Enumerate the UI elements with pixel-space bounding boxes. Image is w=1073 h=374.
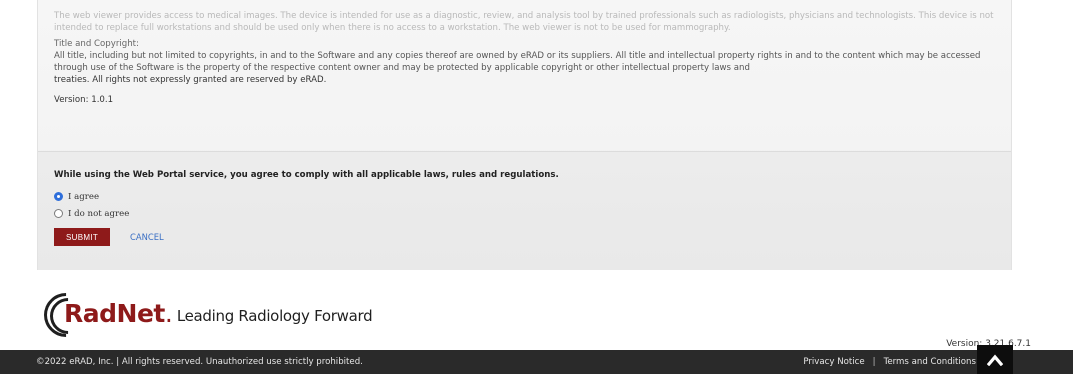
footer-separator: | — [872, 357, 876, 367]
agreement-form: While using the Web Portal service, you … — [54, 170, 994, 246]
footer: ©2022 eRAD, Inc. | All rights reserved. … — [0, 350, 1073, 374]
radio-disagree-label[interactable]: I do not agree — [68, 209, 129, 219]
logo-dot: . — [164, 298, 173, 328]
terms-copyright-heading: Title and Copyright: — [54, 39, 139, 49]
footer-links: Privacy Notice | Terms and Conditions — [803, 357, 976, 367]
agreement-title: While using the Web Portal service, you … — [54, 170, 559, 180]
terms-version: Version: 1.0.1 — [54, 95, 114, 105]
radio-disagree[interactable] — [54, 209, 63, 218]
radio-option-disagree[interactable]: I do not agree — [54, 205, 994, 222]
section-divider — [38, 151, 1011, 152]
terms-panel: The web viewer provides access to medica… — [37, 0, 1012, 270]
chevron-up-icon — [987, 354, 1003, 366]
radio-option-agree[interactable]: I agree — [54, 188, 994, 205]
terms-text: The web viewer provides access to medica… — [54, 10, 994, 106]
privacy-notice-link[interactable]: Privacy Notice — [803, 357, 864, 367]
logo-tagline: Leading Radiology Forward — [176, 307, 373, 325]
terms-conditions-link[interactable]: Terms and Conditions — [884, 357, 976, 367]
footer-copyright: ©2022 eRAD, Inc. | All rights reserved. … — [36, 357, 363, 367]
scroll-to-top-button[interactable] — [977, 345, 1013, 374]
cancel-link[interactable]: CANCEL — [130, 232, 164, 242]
terms-copyright-tail: treaties. All rights not expressly grant… — [54, 75, 327, 85]
terms-copyright-body: All title, including but not limited to … — [54, 51, 981, 73]
submit-button[interactable]: SUBMIT — [54, 228, 110, 246]
radnet-logo: RadNet . Leading Radiology Forward — [34, 283, 373, 347]
radio-agree[interactable] — [54, 192, 63, 201]
terms-disclaimer: The web viewer provides access to medica… — [54, 11, 994, 33]
logo-swoosh-icon — [34, 283, 98, 347]
form-actions: SUBMIT CANCEL — [54, 228, 994, 246]
radio-agree-label[interactable]: I agree — [68, 192, 99, 202]
